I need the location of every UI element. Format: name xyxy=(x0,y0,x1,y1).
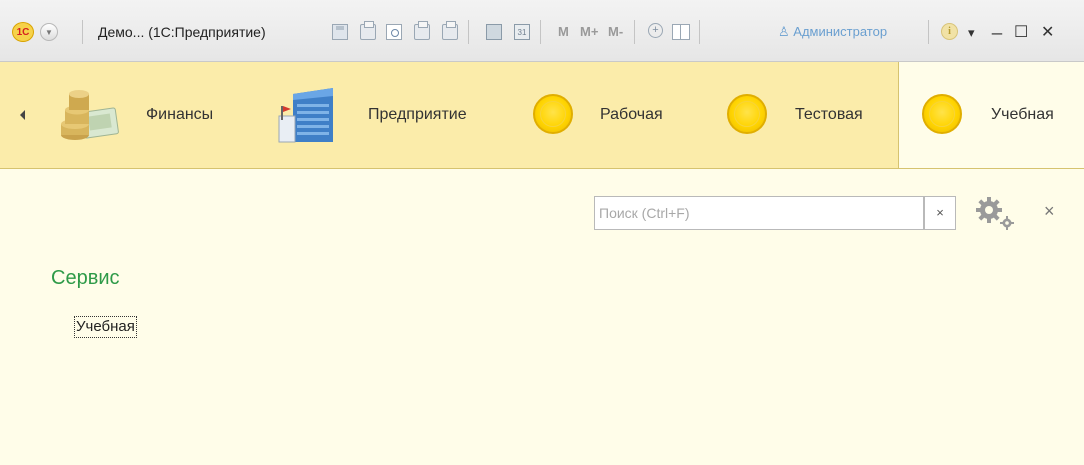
zoom-icon[interactable]: + xyxy=(648,23,663,38)
app-title: Демо... (1С:Предприятие) xyxy=(98,24,266,40)
scroll-left-icon[interactable] xyxy=(20,110,25,120)
memory-button[interactable]: M xyxy=(558,24,569,39)
section-label: Учебная xyxy=(991,106,1054,123)
maximize-button[interactable]: ☐ xyxy=(1014,22,1028,44)
sections-panel: Финансы Предприятие Рабочая Тестовая Уче… xyxy=(0,62,1084,169)
yellow-circle-icon xyxy=(533,94,573,134)
search-clear-button[interactable]: × xyxy=(924,196,956,230)
upload-icon[interactable] xyxy=(414,21,430,40)
toolbar-separator xyxy=(699,20,700,44)
yellow-circle-icon xyxy=(727,94,767,134)
section-working[interactable]: Рабочая xyxy=(600,62,663,168)
toolbar-separator xyxy=(540,20,541,44)
print-copy-icon[interactable] xyxy=(442,21,458,40)
current-user[interactable]: ♙ Администратор xyxy=(778,24,887,40)
toolbar-separator xyxy=(82,20,83,44)
save-icon[interactable] xyxy=(332,24,348,40)
user-icon: ♙ xyxy=(778,24,790,39)
memory-subtract-button[interactable]: M- xyxy=(608,24,623,39)
coins-icon xyxy=(61,90,119,140)
user-name: Администратор xyxy=(793,24,888,39)
print-preview-icon[interactable] xyxy=(386,24,402,40)
section-label: Тестовая xyxy=(795,106,863,123)
toolbar-separator xyxy=(468,20,469,44)
close-panel-button[interactable]: × xyxy=(1044,200,1055,222)
panels-icon[interactable] xyxy=(672,24,690,40)
section-label: Предприятие xyxy=(368,106,467,123)
section-finance[interactable]: Финансы xyxy=(146,62,213,168)
group-title-service: Сервис xyxy=(51,267,120,289)
calendar-icon[interactable]: 31 xyxy=(514,24,530,40)
main-menu-button[interactable]: ▼ xyxy=(40,23,58,41)
calculator-icon[interactable] xyxy=(486,24,502,40)
section-enterprise[interactable]: Предприятие xyxy=(368,62,467,168)
group-item-training[interactable]: Учебная xyxy=(74,316,137,338)
1c-logo-icon[interactable]: 1С xyxy=(12,22,34,42)
toolbar-separator xyxy=(634,20,635,44)
search-input[interactable] xyxy=(594,196,924,230)
building-icon xyxy=(278,88,333,143)
print-icon[interactable] xyxy=(360,21,376,40)
title-bar: 1С ▼ Демо... (1С:Предприятие) 31 M M+ M-… xyxy=(0,0,1084,62)
settings-gear-icon[interactable] xyxy=(974,195,1016,231)
memory-add-button[interactable]: M+ xyxy=(580,24,598,39)
yellow-circle-icon xyxy=(922,94,962,134)
toolbar-separator xyxy=(928,20,929,44)
section-training-active[interactable]: Учебная xyxy=(898,62,1084,168)
minimize-button[interactable]: _ xyxy=(992,14,1002,36)
section-label: Финансы xyxy=(146,106,214,123)
close-window-button[interactable]: ✕ xyxy=(1041,22,1054,44)
section-label: Рабочая xyxy=(600,106,663,123)
section-test[interactable]: Тестовая xyxy=(795,62,863,168)
info-icon[interactable]: i xyxy=(941,23,958,40)
chevron-down-icon[interactable]: ▾ xyxy=(968,22,975,44)
